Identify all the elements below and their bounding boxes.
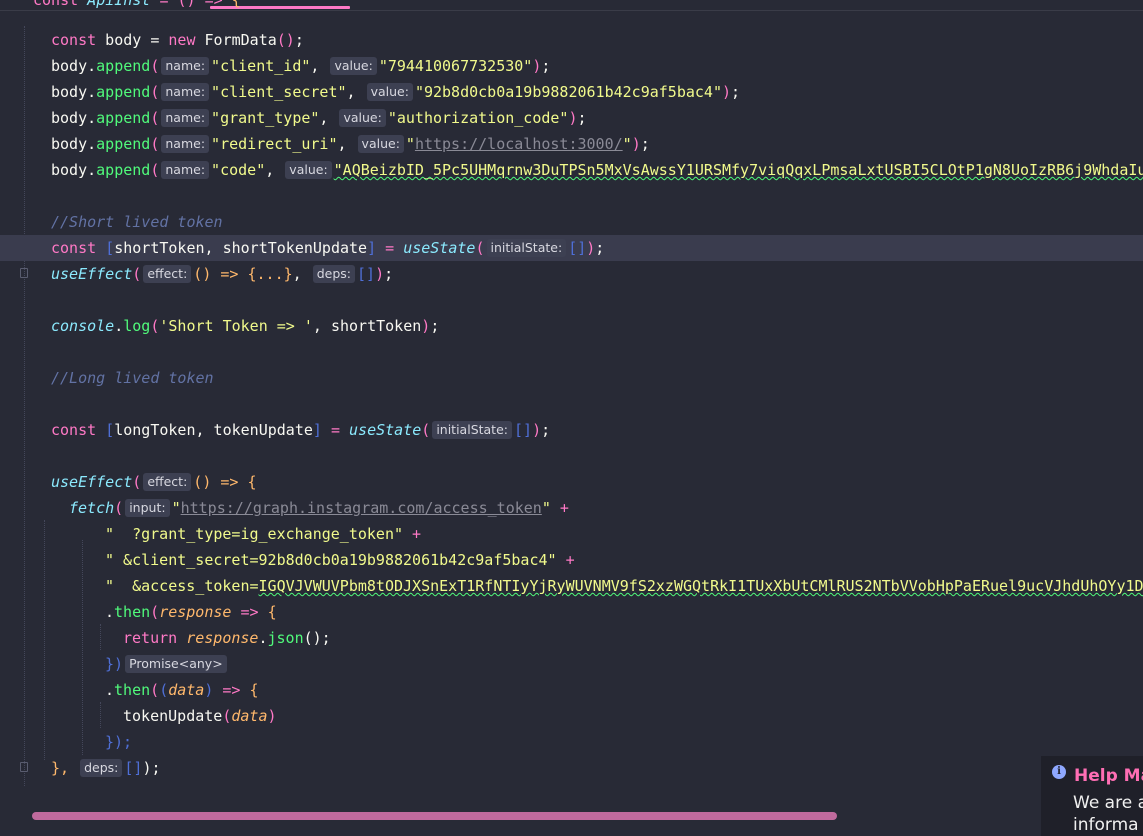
help-body: We are a informa — [1073, 793, 1143, 835]
param-hint: effect: — [143, 473, 192, 491]
code-line: .then(response => { — [105, 603, 277, 621]
param-hint: value: — [285, 161, 332, 179]
code-line: .then((data) => { — [105, 681, 259, 699]
code-line: body.append(name: "grant_type", value: "au… — [51, 109, 587, 127]
code-comment: //Long lived token — [51, 369, 214, 387]
info-icon: i — [1052, 765, 1066, 779]
help-title: Help Ma — [1074, 766, 1143, 786]
code-line: " &client_secret=92b8d0cb0a19b9882061b42… — [105, 551, 575, 569]
param-hint: name: — [161, 83, 210, 101]
code-line: body.append(name: "client_id", value: "794… — [51, 57, 551, 75]
param-hint: value: — [357, 135, 404, 153]
param-hint: name: — [161, 109, 210, 127]
code-line: }, deps: []); — [51, 759, 161, 777]
param-hint: value: — [330, 57, 377, 75]
code-line: body.append(name: "redirect_uri", value: "… — [51, 135, 650, 153]
param-hint: effect: — [143, 265, 192, 283]
code-line: " &access_token=IGQVJVWUVPbm8tODJXSnExT1… — [105, 577, 1143, 595]
folded-code[interactable]: () => {...} — [193, 265, 292, 283]
param-hint: value: — [366, 83, 413, 101]
param-hint: value: — [339, 109, 386, 127]
horizontal-scrollbar[interactable] — [32, 812, 837, 820]
param-hint: deps: — [312, 265, 355, 283]
code-line: tokenUpdate(data) — [123, 707, 277, 725]
type-hint: Promise<any> — [125, 655, 227, 673]
code-line: fetch(input: "https://graph.instagram.com… — [69, 499, 569, 517]
code-line: }); — [105, 733, 133, 751]
current-line: const [shortToken, shortTokenUpdate] = u… — [0, 235, 1143, 261]
param-hint: initialState: — [432, 421, 512, 439]
code-line: return response.json(); — [123, 629, 331, 647]
help-notification[interactable]: i Help Ma We are a informa — [1041, 756, 1143, 836]
param-hint: initialState: — [486, 239, 567, 257]
code-line: const [longToken, tokenUpdate] = useStat… — [51, 421, 551, 439]
code-line: useEffect(effect:() => {...}, deps: []); — [51, 265, 394, 283]
param-hint: name: — [161, 57, 210, 75]
code-line: }) Promise<any> — [0, 651, 1143, 677]
param-hint: name: — [161, 161, 210, 179]
code-line: useEffect(effect:() => { — [51, 473, 257, 491]
param-hint: input: — [125, 499, 170, 517]
code-line: const ApiInst = () => { — [33, 0, 241, 9]
code-comment: //Short lived token — [51, 213, 223, 231]
code-line: const body = new FormData(); — [51, 31, 304, 49]
url-link[interactable]: https://localhost:3000/ — [415, 135, 623, 153]
url-link[interactable]: https://graph.instagram.com/access_token — [181, 499, 542, 517]
code-line: body.append(name: "code", value: "AQBeizbI… — [51, 161, 1143, 179]
code-line: console.log('Short Token => ', shortToke… — [51, 317, 440, 335]
param-hint: deps: — [80, 759, 123, 777]
code-line: " ?grant_type=ig_exchange_token" + — [105, 525, 422, 543]
code-line: body.append(name: "client_secret", value:… — [51, 83, 741, 101]
param-hint: name: — [161, 135, 210, 153]
